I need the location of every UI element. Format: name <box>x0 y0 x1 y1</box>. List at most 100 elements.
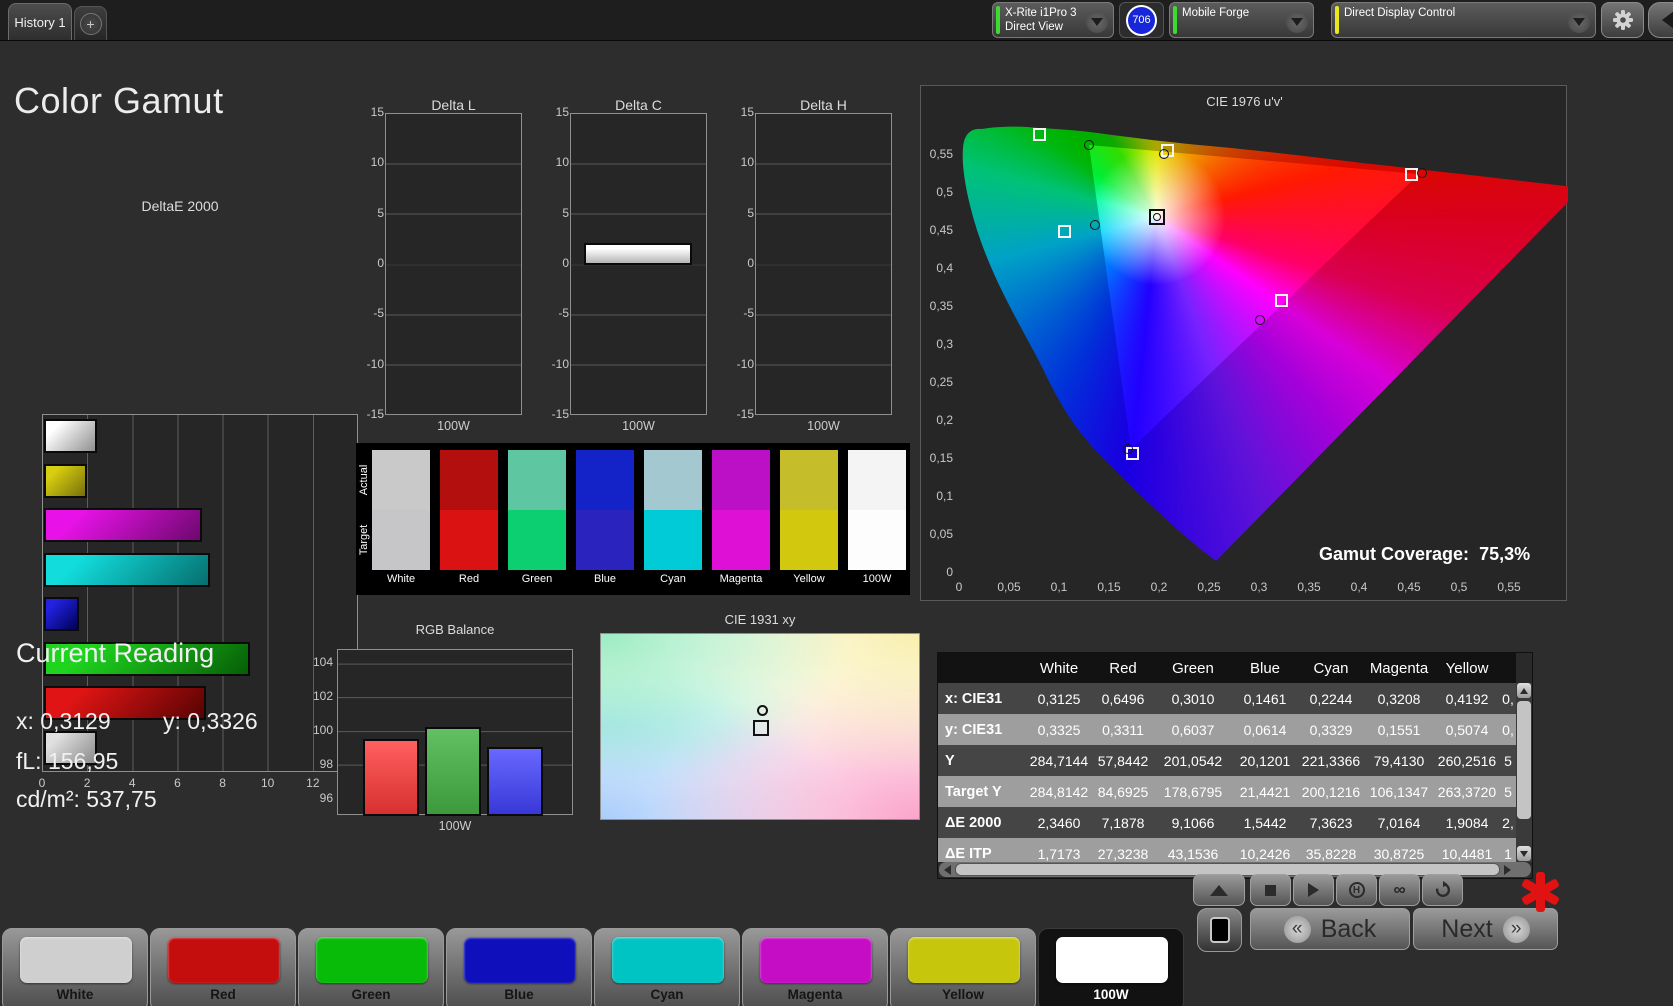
chart-title: Delta H <box>800 97 847 113</box>
table-row: x: CIE31 0,3125 0,6496 0,3010 0,1461 0,2244 0,… <box>938 683 1516 714</box>
tick-label: 102 <box>312 689 333 704</box>
table-cell: 0,3329 <box>1309 721 1353 738</box>
meter-count-tile[interactable]: 706 <box>1119 2 1164 38</box>
settings-button[interactable] <box>1601 2 1644 38</box>
chevron-left-icon <box>1662 11 1673 29</box>
alert-asterisk-icon <box>1519 870 1561 914</box>
table-cell: 0,4192 <box>1445 690 1489 707</box>
white-swatch <box>20 937 132 983</box>
table-cell: 27,3238 <box>1097 845 1149 862</box>
play-button[interactable] <box>1293 874 1334 906</box>
refresh-button[interactable] <box>1422 874 1463 906</box>
table-column-header: Green <box>1172 659 1214 677</box>
pattern-label: Green <box>351 987 391 1002</box>
meter-mode: Direct View <box>1005 21 1063 33</box>
scroll-right-button[interactable] <box>1500 863 1514 876</box>
next-label: Next <box>1441 914 1493 943</box>
tick-label: 15 <box>555 105 569 119</box>
tick-label: 0,55 <box>929 147 953 161</box>
scroll-down-button[interactable] <box>1517 846 1531 861</box>
marker-red-target <box>1404 168 1418 182</box>
display-control-status-stripe <box>1335 6 1339 34</box>
table-column-header: Magenta <box>1369 659 1429 677</box>
pattern-button-white[interactable]: White <box>2 928 148 1006</box>
back-button[interactable]: « Back <box>1250 908 1410 950</box>
tick-label: 10 <box>261 776 275 790</box>
row-label: ΔE ITP <box>945 845 992 862</box>
tick-label: 5 <box>747 205 754 220</box>
table-column-header <box>938 653 1026 683</box>
pattern-button-green[interactable]: Green <box>298 928 444 1006</box>
table-vertical-scrollbar[interactable] <box>1516 683 1532 862</box>
cyan-swatch <box>612 937 724 983</box>
single-measure-button[interactable]: H <box>1336 874 1377 906</box>
pattern-button-yellow[interactable]: Yellow <box>890 928 1036 1006</box>
display-icon <box>1209 917 1230 943</box>
scroll-patterns-up-button[interactable] <box>1193 874 1245 906</box>
rgb-bar-blue <box>487 747 543 816</box>
vertical-scroll-thumb[interactable] <box>1517 701 1531 819</box>
table-cell: 106,1347 <box>1369 783 1429 800</box>
table-cell: 7,0164 <box>1377 814 1421 831</box>
tick-label: 0,25 <box>1197 580 1221 594</box>
scroll-left-button[interactable] <box>940 863 954 876</box>
cie-1931-chart <box>600 633 920 820</box>
table-cell: 178,6795 <box>1163 783 1223 800</box>
page-title: Color Gamut <box>14 80 224 121</box>
tab-label: History 1 <box>14 14 66 30</box>
tick-label: 0,4 <box>1350 580 1368 594</box>
table-cell: 84,6925 <box>1097 783 1149 800</box>
tick-label: 0,1 <box>936 489 953 503</box>
tick-label: -5 <box>743 306 754 321</box>
source-label: Mobile Forge <box>1182 7 1250 19</box>
scroll-up-button[interactable] <box>1517 683 1531 698</box>
back-chevron-icon: « <box>1283 915 1311 943</box>
table-cell: 0,1551 <box>1377 721 1421 738</box>
tick-label: -10 <box>736 356 754 371</box>
tick-label: 0,05 <box>997 580 1021 594</box>
table-cell: 0,3208 <box>1377 690 1421 707</box>
continuous-measure-button[interactable]: ∞ <box>1379 874 1420 906</box>
marker-cyan-measured <box>1090 219 1100 230</box>
tick-label: 0,3 <box>1250 580 1268 594</box>
stop-button[interactable] <box>1250 874 1291 906</box>
pattern-button-red[interactable]: Red <box>150 928 296 1006</box>
plus-icon: + <box>79 12 102 35</box>
table-cell: 0,3010 <box>1171 690 1215 707</box>
table-cell: 263,3720 <box>1437 783 1497 800</box>
table-column-header: Yellow <box>1445 659 1489 677</box>
source-dropdown[interactable]: Mobile Forge <box>1169 2 1314 38</box>
play-icon <box>1308 883 1319 897</box>
green-swatch <box>316 937 428 983</box>
display-control-dropdown[interactable]: Direct Display Control <box>1331 2 1596 38</box>
up-arrow-icon <box>1210 884 1228 896</box>
meter-dropdown[interactable]: X-Rite i1Pro 3 Direct View <box>992 2 1114 38</box>
refresh-icon <box>1435 881 1450 897</box>
marker-magenta-measured <box>1255 314 1265 325</box>
pattern-button-100w[interactable]: 100W <box>1038 928 1184 1006</box>
measurement-table: White Red Green Blue Cyan Magenta Yellow x: CI… <box>937 652 1533 879</box>
right-arrow-icon <box>1503 864 1511 875</box>
meter-name: X-Rite i1Pro 3 <box>1005 7 1077 19</box>
collapse-panel-button[interactable] <box>1648 2 1673 38</box>
marker-green-target <box>1032 127 1046 141</box>
cie-1976-chart: CIE 1976 u'v' 0 0,05 0,1 0,15 0,2 0,25 0,3 0,35… <box>920 85 1567 601</box>
add-tab-button[interactable]: + <box>74 6 107 40</box>
back-label: Back <box>1320 914 1377 943</box>
table-cell: 221,3366 <box>1301 752 1361 769</box>
pattern-button-magenta[interactable]: Magenta <box>742 928 888 1006</box>
tick-label: 6 <box>174 776 181 790</box>
tick-label: 0,3 <box>936 337 953 351</box>
display-pattern-button[interactable] <box>1197 908 1242 952</box>
pattern-button-blue[interactable]: Blue <box>446 928 592 1006</box>
next-button[interactable]: Next » <box>1413 908 1558 950</box>
pattern-button-cyan[interactable]: Cyan <box>594 928 740 1006</box>
tick-label: 0,55 <box>1497 580 1521 594</box>
tick-label: 0,15 <box>1097 580 1121 594</box>
top-bar: History 1 + X-Rite i1Pro 3 Direct View 7… <box>0 0 1673 41</box>
blue-swatch <box>464 937 576 983</box>
rgb-bar-green <box>425 726 481 816</box>
infinity-icon: ∞ <box>1393 880 1406 899</box>
table-column-header: Blue <box>1249 659 1281 677</box>
tab-history-1[interactable]: History 1 <box>8 3 72 40</box>
